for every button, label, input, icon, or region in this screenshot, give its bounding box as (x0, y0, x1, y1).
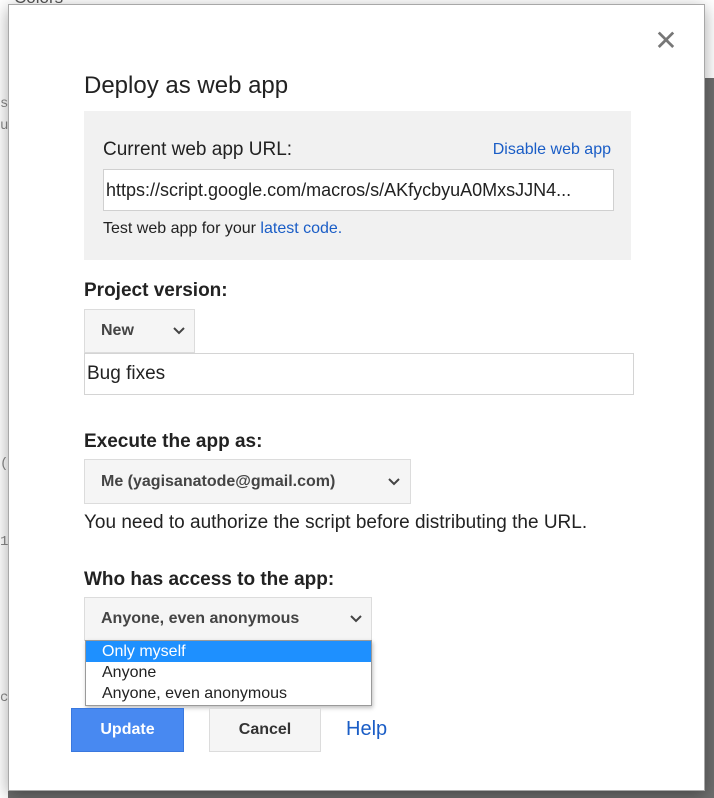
web-app-url-panel: Current web app URL: Disable web app htt… (84, 111, 631, 260)
access-select[interactable]: Anyone, even anonymous (84, 597, 372, 641)
chevron-down-icon (386, 460, 402, 520)
web-app-url-field[interactable]: https://script.google.com/macros/s/AKfyc… (103, 169, 614, 211)
project-version-value: New (101, 322, 134, 339)
latest-code-link[interactable]: latest code. (260, 220, 342, 237)
access-option-anyone[interactable]: Anyone (86, 662, 371, 683)
execute-as-label: Execute the app as: (84, 431, 263, 452)
update-button[interactable]: Update (71, 708, 184, 752)
version-description-input[interactable]: Bug fixes (84, 353, 634, 395)
project-version-label: Project version: (84, 280, 228, 301)
test-web-app-line: Test web app for your latest code. (103, 220, 342, 238)
close-icon[interactable]: ✕ (654, 27, 678, 55)
help-link[interactable]: Help (346, 718, 387, 741)
access-option-only-myself[interactable]: Only myself (86, 641, 371, 662)
access-dropdown-list: Only myself Anyone Anyone, even anonymou… (85, 640, 372, 706)
web-app-url-label: Current web app URL: (103, 139, 293, 160)
project-version-select[interactable]: New (84, 309, 195, 353)
deploy-dialog: ✕ Deploy as web app Current web app URL:… (8, 4, 705, 791)
dialog-title: Deploy as web app (84, 72, 289, 99)
cancel-button[interactable]: Cancel (209, 708, 321, 752)
access-option-anyone-anonymous[interactable]: Anyone, even anonymous (86, 683, 371, 704)
execute-as-select[interactable]: Me (yagisanatode@gmail.com) (84, 459, 411, 504)
disable-web-app-link[interactable]: Disable web app (493, 141, 611, 159)
test-web-app-text: Test web app for your (103, 220, 261, 237)
access-value: Anyone, even anonymous (101, 610, 300, 627)
access-label: Who has access to the app: (84, 569, 335, 590)
authorization-note: You need to authorize the script before … (84, 512, 588, 533)
execute-as-value: Me (yagisanatode@gmail.com) (101, 473, 336, 490)
